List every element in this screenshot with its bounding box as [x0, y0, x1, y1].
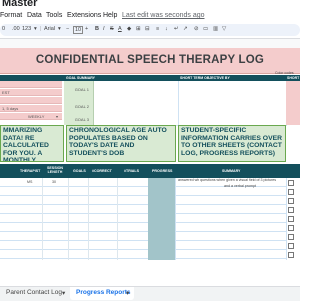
chevron-down-icon[interactable]: ▾ [58, 26, 61, 32]
goal-label: GOAL 3 [64, 115, 94, 125]
toolbar-divider: | [40, 26, 42, 32]
column-divider [42, 178, 43, 260]
rotate-icon[interactable]: ↗ [183, 26, 188, 32]
short-cell[interactable] [286, 81, 300, 98]
menu-help[interactable]: Help [103, 12, 117, 19]
row-checkbox[interactable] [288, 252, 294, 258]
valign-icon[interactable]: ↓ [165, 26, 168, 32]
chevron-down-icon[interactable]: ▾ [34, 26, 37, 32]
menu-format[interactable]: Format [0, 12, 22, 19]
note-student-info: STUDENT-SPECIFIC INFORMATION CARRIES OVE… [178, 125, 286, 162]
filter-icon[interactable]: ▽ [222, 26, 226, 32]
info-field[interactable] [0, 97, 62, 104]
font-size-decrease-icon[interactable]: − [66, 26, 69, 32]
summary-cell-cont[interactable]: and a verbal prompt [224, 184, 256, 188]
note-chronological-age: CHRONOLOGICAL AGE AUTO POPULATES BASED O… [66, 125, 176, 162]
chevron-down-icon[interactable]: ▾ [126, 289, 129, 297]
row-checkbox[interactable] [288, 243, 294, 249]
link-icon[interactable]: ⊘ [194, 26, 199, 32]
tab-progress-reports[interactable]: Progress Reports [76, 289, 131, 296]
goal-cell[interactable] [94, 98, 178, 116]
menu-data[interactable]: Data [27, 12, 42, 19]
info-field[interactable] [0, 81, 62, 88]
row-checkbox[interactable] [288, 189, 294, 195]
goal-summary-header: GOAL SUMMARY [66, 76, 95, 80]
font-size-field[interactable]: 10 [73, 26, 84, 34]
column-divider [68, 178, 69, 260]
note-summarizing-data: MMARIZING DATA! RE CALCULATED FOR YOU. A… [0, 125, 64, 162]
session-length-cell[interactable]: 30 [52, 180, 56, 184]
menu-tools[interactable]: Tools [46, 12, 62, 19]
th-summary: SUMMARY [222, 169, 241, 173]
menu-extensions[interactable]: Extensions [67, 12, 101, 19]
font-size-increase-icon[interactable]: + [85, 26, 88, 32]
strikethrough-button[interactable]: S [110, 26, 114, 32]
th-progress: PROGRESS [152, 169, 173, 173]
info-field[interactable]: 1, 5 days [0, 105, 62, 112]
document-title[interactable]: Master [2, 0, 37, 9]
fill-color-icon[interactable]: ◆ [127, 26, 131, 32]
therapist-cell[interactable]: MS [27, 180, 32, 184]
row-checkbox[interactable] [288, 207, 294, 213]
row-checkbox[interactable] [288, 180, 294, 186]
row-checkbox[interactable] [288, 234, 294, 240]
bold-button[interactable]: B [95, 26, 99, 32]
comment-icon[interactable]: ▭ [203, 26, 208, 32]
column-divider [88, 178, 89, 260]
font-select[interactable]: Arial [44, 26, 55, 32]
summary-cell[interactable]: answered wh questions when given a visua… [178, 178, 284, 182]
progress-column [148, 178, 175, 260]
row-checkbox[interactable] [288, 198, 294, 204]
text-color-button[interactable]: A [118, 26, 122, 32]
chevron-down-icon[interactable]: ▾ [62, 289, 65, 297]
italic-button[interactable]: I [103, 26, 105, 32]
sheet-title: CONFIDENTIAL SPEECH THERAPY LOG [35, 54, 265, 66]
align-icon[interactable]: ≡ [156, 26, 159, 32]
th-session-length: SESSION LENGTH [47, 166, 63, 174]
merge-icon[interactable]: ⊟ [145, 26, 150, 32]
goal-label: GOAL 1 [64, 81, 94, 98]
title-bar [0, 0, 300, 10]
chevron-down-icon[interactable]: ▾ [56, 114, 58, 119]
column-divider [175, 178, 176, 260]
short-header: SHORT [287, 76, 300, 80]
decimal-button[interactable]: .00 [12, 26, 20, 32]
goal-label: GOAL 2 [64, 98, 94, 115]
short-cell[interactable] [286, 115, 300, 125]
sto-cell[interactable] [178, 98, 287, 116]
short-cell[interactable] [286, 98, 300, 115]
th-goals: GOALS [73, 169, 86, 173]
column-divider [117, 178, 118, 260]
goal-cell[interactable] [94, 81, 178, 99]
zoom-value[interactable]: 0 [2, 26, 5, 32]
row-checkbox[interactable] [288, 216, 294, 222]
tab-parent-contact-log[interactable]: Parent Contact Log [6, 289, 62, 296]
sto-cell[interactable] [178, 81, 287, 99]
th-trials: #TRIALS [124, 169, 139, 173]
last-edit-link[interactable]: Last edit was seconds ago [122, 12, 205, 19]
row-checkbox[interactable] [288, 225, 294, 231]
chart-icon[interactable]: ▥ [213, 26, 218, 32]
th-therapist: THERAPIST [20, 169, 41, 173]
sto-header: SHORT TERM OBJECTIVE BY [180, 76, 230, 80]
wrap-icon[interactable]: ↵ [174, 26, 179, 32]
frequency-select[interactable]: WEEKLY [28, 114, 44, 119]
borders-icon[interactable]: ⊞ [136, 26, 141, 32]
th-correct: #CORRECT [92, 169, 112, 173]
info-field[interactable]: EST [0, 89, 62, 96]
number-format-button[interactable]: 123 [22, 26, 31, 32]
